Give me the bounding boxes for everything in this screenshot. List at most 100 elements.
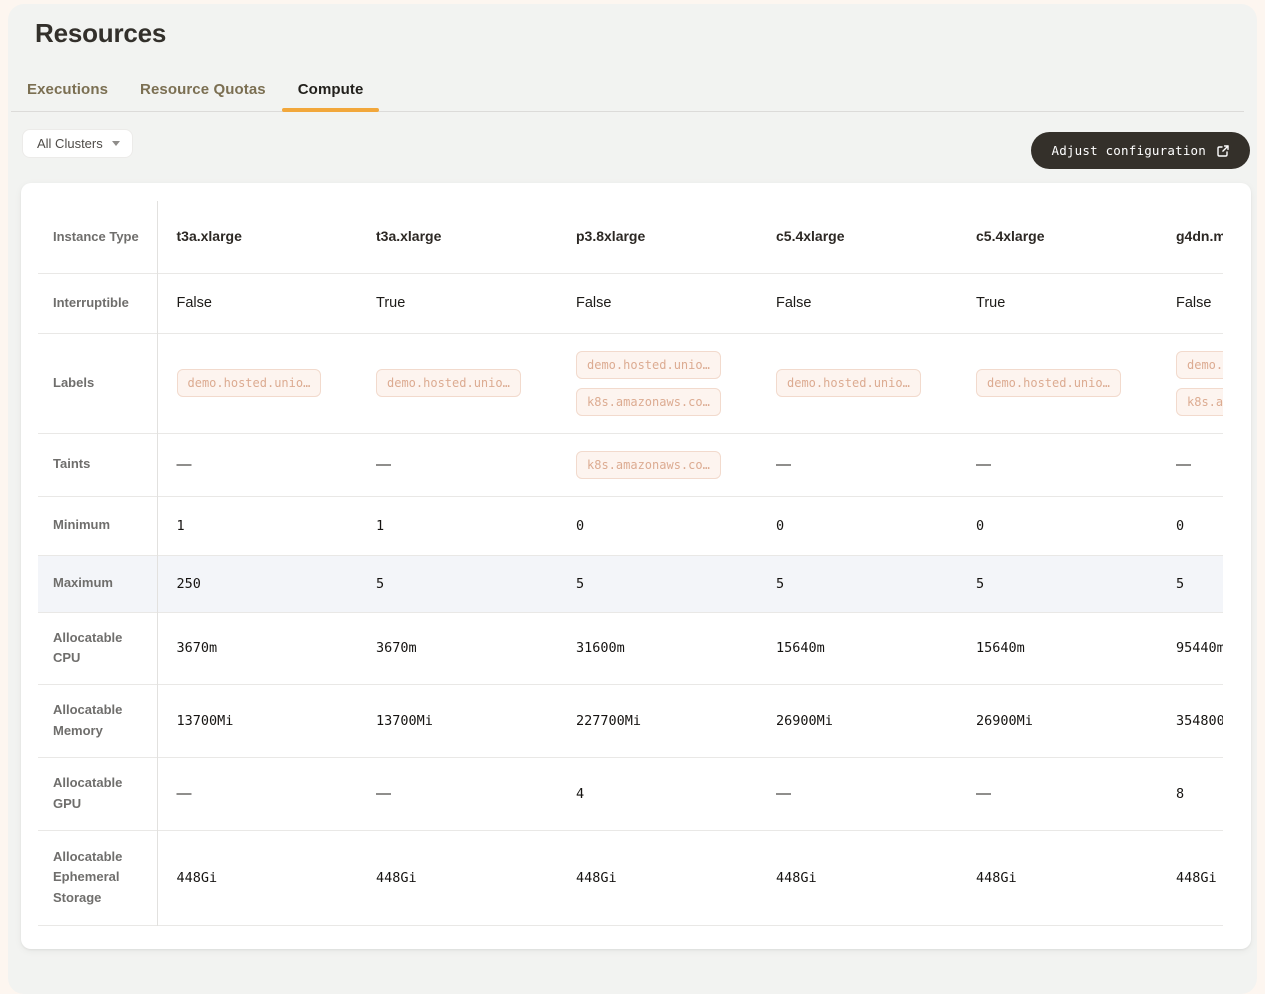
tab-executions[interactable]: Executions — [11, 69, 124, 111]
cell-maximum-3: 5 — [557, 555, 757, 612]
row-header-interruptible: Interruptible — [38, 273, 157, 333]
cell-interruptible-1: False — [157, 273, 357, 333]
cell-value: 0 — [976, 518, 984, 534]
cell-taints-1: — — [157, 433, 357, 496]
cell-value: 448Gi — [976, 870, 1017, 886]
row-header-instance-type: Instance Type — [38, 201, 157, 273]
cell-value: 15640m — [776, 640, 825, 656]
tab-compute[interactable]: Compute — [282, 69, 380, 111]
label-chip: k8s.amazonaws.co… — [1176, 388, 1223, 416]
page-title: Resources — [8, 4, 1257, 49]
cell-value: 448Gi — [376, 870, 417, 886]
cell-taints-2: — — [357, 433, 557, 496]
cell-allocatable-ephemeral-storage-5: 448Gi — [957, 830, 1157, 925]
cell-labels-5: demo.hosted.unio… — [957, 333, 1157, 433]
cell-allocatable-ephemeral-storage-1: 448Gi — [157, 830, 357, 925]
cell-value: 26900Mi — [776, 713, 833, 729]
cell-value: — — [776, 785, 791, 802]
instance-type-value: t3a.xlarge — [376, 228, 441, 244]
cell-value: 0 — [576, 518, 584, 534]
cell-value: False — [576, 295, 611, 311]
row-header-allocatable-cpu: Allocatable CPU — [38, 612, 157, 684]
instance-type-value: c5.4xlarge — [776, 228, 845, 244]
cell-allocatable-gpu-1: — — [157, 757, 357, 830]
taint-chip: k8s.amazonaws.co… — [576, 451, 721, 479]
cell-value: 448Gi — [1176, 870, 1217, 886]
cell-value: — — [976, 785, 991, 802]
cell-allocatable-ephemeral-storage-4: 448Gi — [757, 830, 957, 925]
cell-instance-type-3: p3.8xlarge — [557, 201, 757, 273]
cell-labels-1: demo.hosted.unio… — [157, 333, 357, 433]
cell-value: False — [776, 295, 811, 311]
cell-interruptible-4: False — [757, 273, 957, 333]
table-scroll-area[interactable]: Instance Typet3a.xlarget3a.xlargep3.8xla… — [38, 201, 1223, 926]
instance-type-value: c5.4xlarge — [976, 228, 1045, 244]
cell-value: 0 — [776, 518, 784, 534]
row-header-maximum: Maximum — [38, 555, 157, 612]
row-header-taints: Taints — [38, 433, 157, 496]
cell-interruptible-2: True — [357, 273, 557, 333]
cell-value: 1 — [177, 518, 185, 534]
cell-interruptible-5: True — [957, 273, 1157, 333]
adjust-configuration-label: Adjust configuration — [1051, 143, 1206, 158]
external-link-icon — [1216, 144, 1230, 158]
cell-maximum-2: 5 — [357, 555, 557, 612]
cell-maximum-4: 5 — [757, 555, 957, 612]
label-chip: demo.hosted.unio… — [1176, 351, 1223, 379]
cell-value: 3670m — [177, 640, 218, 656]
cell-allocatable-memory-1: 13700Mi — [157, 684, 357, 757]
toolbar: All Clusters Adjust configuration — [22, 129, 1250, 169]
cell-taints-5: — — [957, 433, 1157, 496]
cell-allocatable-gpu-6: 8 — [1157, 757, 1223, 830]
cell-value: True — [976, 295, 1005, 311]
label-chip: demo.hosted.unio… — [776, 369, 921, 397]
row-header-minimum: Minimum — [38, 496, 157, 555]
cell-value: 5 — [576, 576, 584, 592]
cell-value: 26900Mi — [976, 713, 1033, 729]
table-row-interruptible: InterruptibleFalseTrueFalseFalseTrueFals… — [38, 273, 1223, 333]
empty-value: — — [177, 456, 192, 473]
cell-allocatable-gpu-2: — — [357, 757, 557, 830]
cell-interruptible-3: False — [557, 273, 757, 333]
cell-value: 250 — [177, 576, 201, 592]
table-row-minimum: Minimum110000 — [38, 496, 1223, 555]
cell-value: 5 — [776, 576, 784, 592]
cell-value: 448Gi — [576, 870, 617, 886]
empty-value: — — [976, 456, 991, 473]
cell-value: — — [177, 785, 192, 802]
cell-allocatable-gpu-3: 4 — [557, 757, 757, 830]
cell-allocatable-cpu-4: 15640m — [757, 612, 957, 684]
cell-minimum-4: 0 — [757, 496, 957, 555]
cell-value: True — [376, 295, 405, 311]
row-header-allocatable-memory: Allocatable Memory — [38, 684, 157, 757]
cell-value: 3670m — [376, 640, 417, 656]
resources-panel: Resources ExecutionsResource QuotasCompu… — [8, 4, 1257, 994]
table-row-allocatable-cpu: Allocatable CPU3670m3670m31600m15640m156… — [38, 612, 1223, 684]
cell-taints-3: k8s.amazonaws.co… — [557, 433, 757, 496]
cell-labels-6: demo.hosted.unio… k8s.amazonaws.co… — [1157, 333, 1223, 433]
instance-type-value: p3.8xlarge — [576, 228, 645, 244]
cell-instance-type-6: g4dn.metal — [1157, 201, 1223, 273]
cell-maximum-5: 5 — [957, 555, 1157, 612]
row-header-allocatable-gpu: Allocatable GPU — [38, 757, 157, 830]
cell-value: — — [376, 785, 391, 802]
cell-value: 5 — [976, 576, 984, 592]
cell-allocatable-gpu-5: — — [957, 757, 1157, 830]
cell-instance-type-5: c5.4xlarge — [957, 201, 1157, 273]
table-row-instance-type: Instance Typet3a.xlarget3a.xlargep3.8xla… — [38, 201, 1223, 273]
cell-value: 4 — [576, 786, 584, 802]
cluster-filter-dropdown[interactable]: All Clusters — [22, 129, 133, 158]
chevron-down-icon — [112, 141, 120, 146]
cell-allocatable-ephemeral-storage-2: 448Gi — [357, 830, 557, 925]
adjust-configuration-button[interactable]: Adjust configuration — [1031, 132, 1250, 169]
cell-minimum-6: 0 — [1157, 496, 1223, 555]
tab-resource-quotas[interactable]: Resource Quotas — [124, 69, 282, 111]
table-row-allocatable-memory: Allocatable Memory 13700Mi 13700Mi 227700Mi… — [38, 684, 1223, 757]
cell-value: 227700Mi — [576, 713, 641, 729]
cell-maximum-6: 5 — [1157, 555, 1223, 612]
table-row-allocatable-ephemeral-storage: Allocatable Ephemeral Storage448Gi448Gi4… — [38, 830, 1223, 925]
cell-value: 13700Mi — [177, 713, 234, 729]
cell-value: 8 — [1176, 786, 1184, 802]
cell-value: 448Gi — [177, 870, 218, 886]
cell-value: 13700Mi — [376, 713, 433, 729]
